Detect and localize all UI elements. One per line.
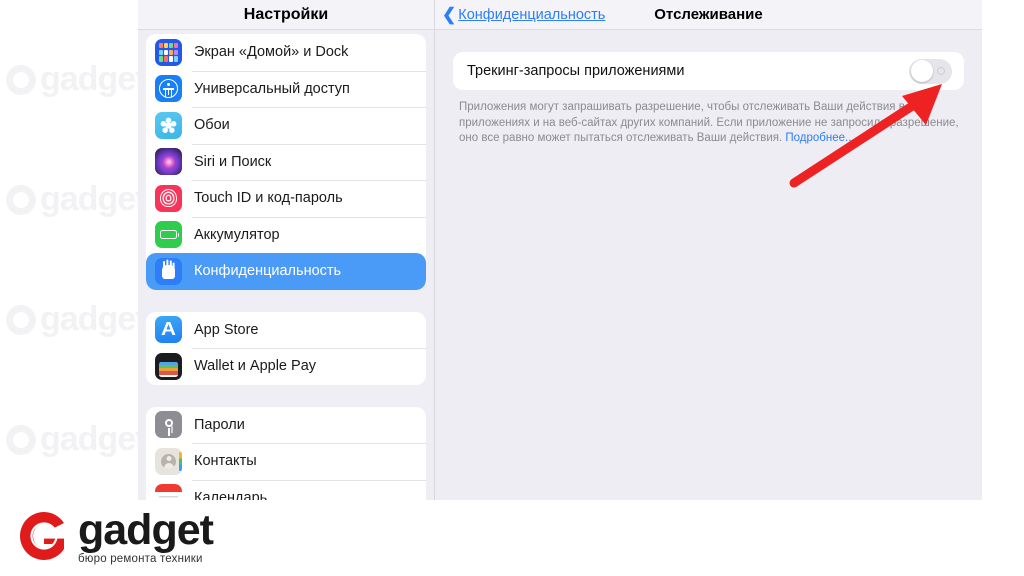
sidebar-group: Экран «Домой» и Dock Универсальный досту… [146, 34, 426, 290]
wallet-icon [155, 352, 182, 380]
watermark: gadget [6, 300, 146, 339]
sidebar-item-app-store[interactable]: A App Store [146, 312, 426, 349]
tracking-toggle-row[interactable]: Трекинг-запросы приложениями [453, 52, 964, 90]
accessibility-icon [155, 75, 182, 103]
touch-id-icon [155, 184, 182, 212]
sidebar-item-label: Аккумулятор [194, 226, 280, 243]
toggle-off-indicator-icon [937, 67, 945, 75]
sidebar-item-label: Wallet и Apple Pay [194, 358, 317, 375]
watermark: gadget [6, 60, 146, 99]
sidebar-item-contacts[interactable]: Контакты [146, 443, 426, 480]
watermark: gadget [6, 420, 146, 459]
bottom-banner: gadget бюро ремонта техники г. Уфа, пр. … [0, 500, 1024, 576]
sidebar-header: Настройки [138, 0, 434, 30]
logo-name: gadget [78, 506, 214, 554]
sidebar-scroll-area[interactable]: Экран «Домой» и Dock Универсальный досту… [138, 30, 434, 500]
tracking-toggle-label: Трекинг-запросы приложениями [467, 63, 685, 79]
back-button[interactable]: ❮ Конфиденциальность [442, 6, 605, 23]
logo-tagline: бюро ремонта техники [78, 553, 203, 565]
chevron-left-icon: ❮ [442, 5, 457, 24]
home-screen-icon [155, 38, 182, 66]
sidebar-item-label: Пароли [194, 416, 245, 433]
sidebar-item-siri[interactable]: Siri и Поиск [146, 143, 426, 181]
tracking-description: Приложения могут запрашивать разрешение,… [459, 100, 960, 147]
sidebar-item-label: Конфиденциальность [194, 263, 342, 280]
sidebar-group: A App Store Wallet и Apple Pay [146, 311, 426, 385]
privacy-hand-icon [155, 257, 182, 285]
battery-icon [155, 221, 182, 249]
sidebar-item-wallet[interactable]: Wallet и Apple Pay [146, 348, 426, 385]
sidebar-item-home-screen[interactable]: Экран «Домой» и Dock [146, 34, 426, 71]
sidebar-item-label: Siri и Поиск [194, 153, 272, 170]
gadget-logo: gadget бюро ремонта техники [18, 506, 214, 566]
page-title: Настройки [243, 5, 329, 23]
learn-more-link[interactable]: Подробнее... [785, 132, 854, 144]
logo-mark-icon [18, 510, 70, 562]
passwords-key-icon [155, 411, 182, 439]
sidebar-item-label: Обои [194, 117, 230, 134]
tracking-toggle-switch[interactable] [909, 58, 952, 84]
toggle-knob [910, 60, 933, 82]
calendar-icon [155, 484, 182, 500]
sidebar-item-battery[interactable]: Аккумулятор [146, 216, 426, 254]
sidebar-item-accessibility[interactable]: Универсальный доступ [146, 70, 426, 108]
sidebar-item-label: Универсальный доступ [194, 80, 350, 97]
sidebar-item-label: Календарь [194, 489, 268, 500]
sidebar-item-label: App Store [194, 321, 259, 338]
sidebar-item-label: Контакты [194, 453, 257, 470]
contacts-icon [155, 447, 182, 475]
back-button-label: Конфиденциальность [458, 6, 606, 23]
siri-icon [155, 148, 182, 176]
wallpaper-icon [155, 111, 182, 139]
sidebar-group: Пароли Контакты Календарь [146, 406, 426, 500]
watermark: gadget [6, 180, 146, 219]
content-panel: ❮ Конфиденциальность Отслеживание Трекин… [434, 0, 982, 500]
settings-sidebar: Настройки Экран «Домой» и Dock Универсал… [138, 0, 434, 500]
app-store-icon: A [155, 316, 182, 344]
content-body: Трекинг-запросы приложениями Приложения … [435, 30, 982, 147]
description-text: Приложения могут запрашивать разрешение,… [459, 101, 959, 144]
sidebar-item-wallpaper[interactable]: Обои [146, 107, 426, 144]
screenshot-root: gadget gadget gadget gadget Настройки Эк… [0, 0, 1024, 576]
sidebar-item-touch-id[interactable]: Touch ID и код-пароль [146, 180, 426, 217]
sidebar-item-label: Touch ID и код-пароль [194, 190, 343, 207]
sidebar-item-passwords[interactable]: Пароли [146, 407, 426, 444]
tablet-screen: Настройки Экран «Домой» и Dock Универсал… [138, 0, 982, 500]
sidebar-item-privacy[interactable]: Конфиденциальность [146, 253, 426, 290]
logo-text: gadget бюро ремонта техники [78, 506, 214, 566]
content-header: ❮ Конфиденциальность Отслеживание [435, 0, 982, 30]
sidebar-item-label: Экран «Домой» и Dock [194, 44, 349, 61]
sidebar-item-calendar[interactable]: Календарь [146, 479, 426, 500]
